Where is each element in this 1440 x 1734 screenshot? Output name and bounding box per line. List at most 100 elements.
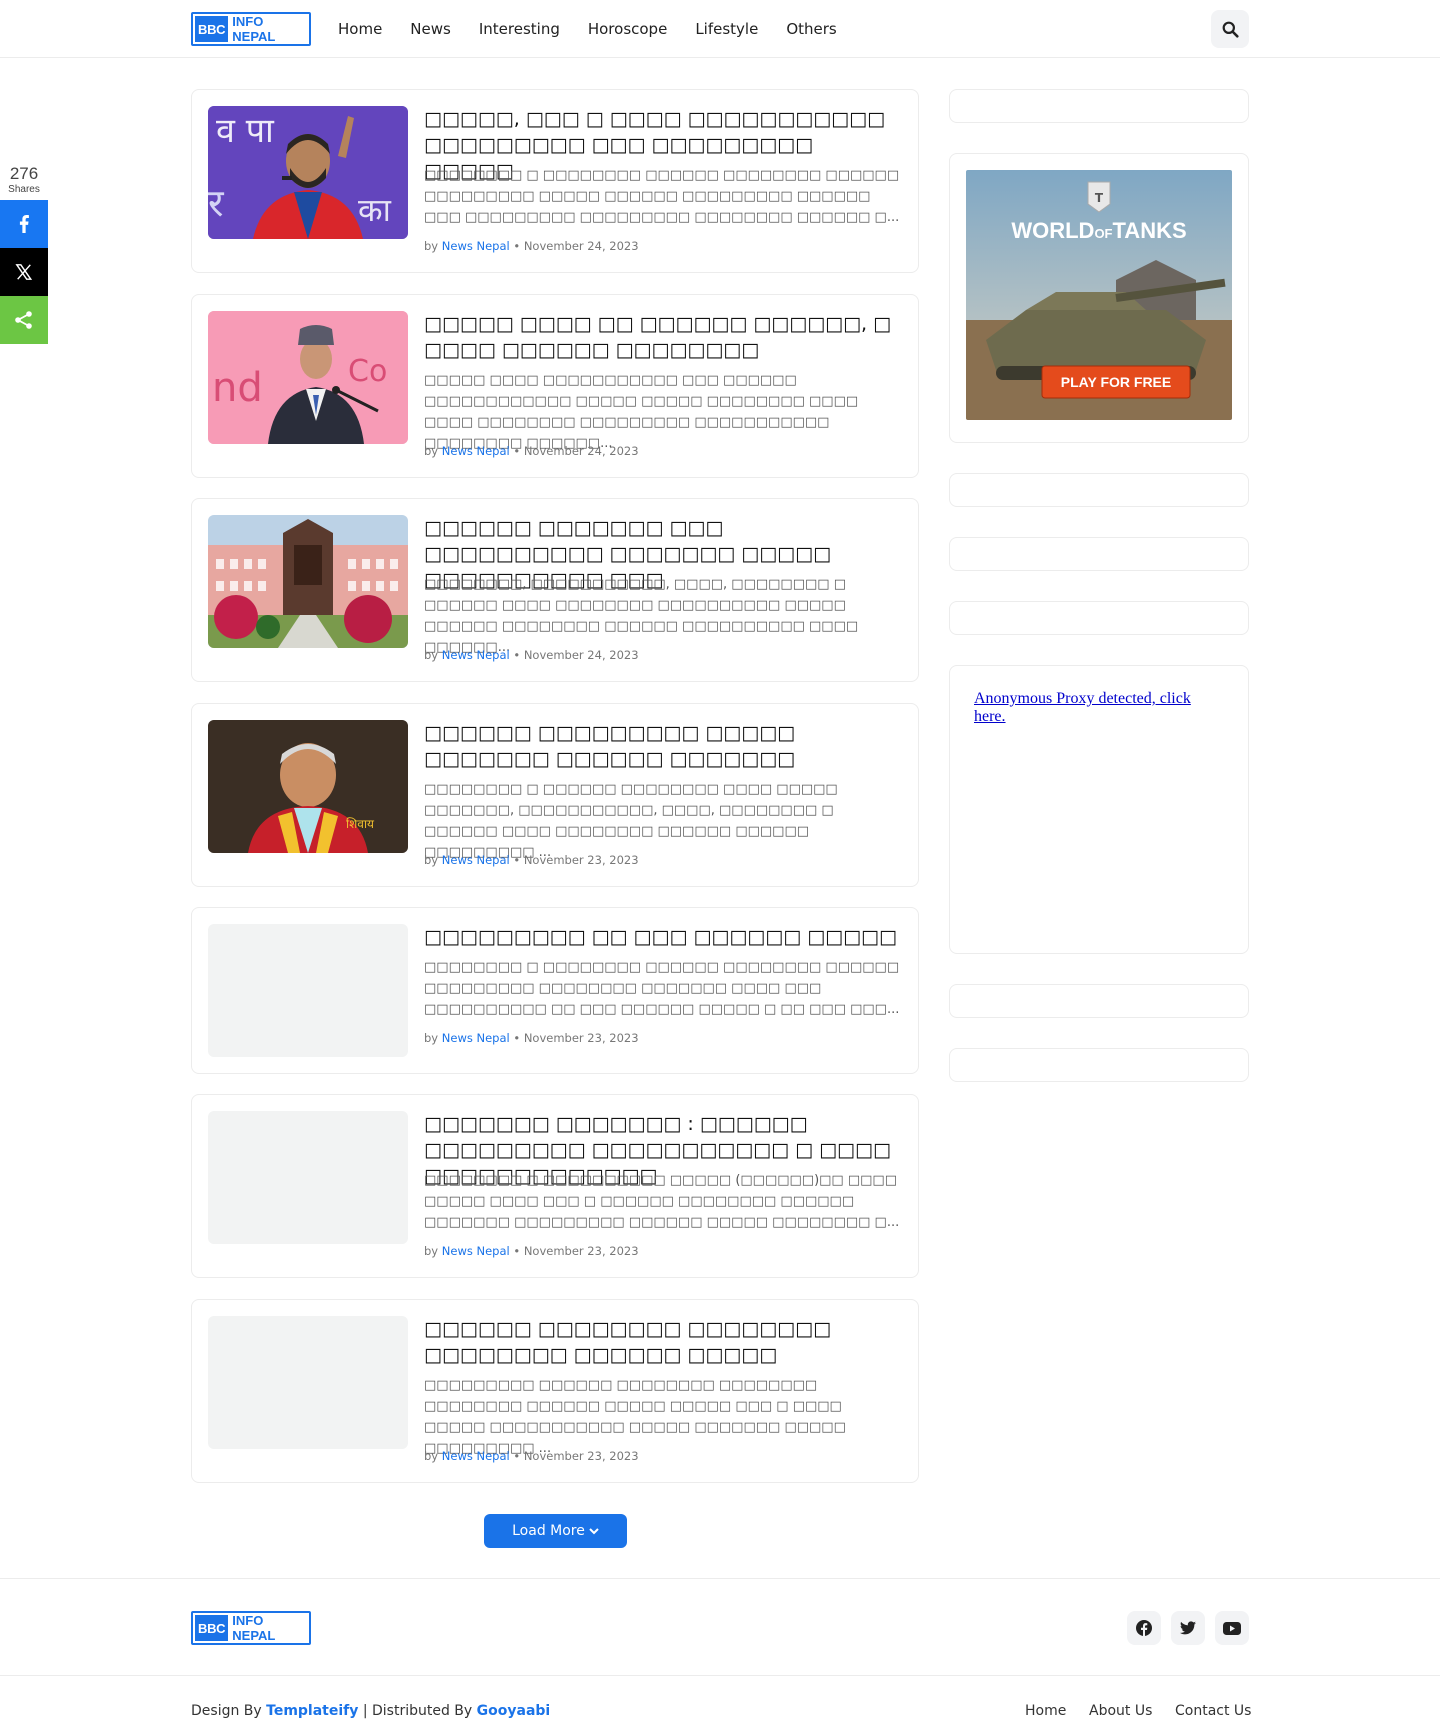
post-card: nd Co □□□□□ □□□□ □□ □□□□□□ □□□□□□, □ □□□… xyxy=(191,294,919,478)
post-thumbnail-placeholder[interactable] xyxy=(208,924,408,1057)
chevron-down-icon xyxy=(589,1528,599,1535)
nav-others[interactable]: Others xyxy=(786,20,836,38)
post-snippet: □□□□□□□□ □ □□□□□□□□ □□□□□□ □□□□□□□□ □□□□… xyxy=(424,960,900,1017)
x-icon xyxy=(15,264,33,280)
post-image xyxy=(208,515,408,648)
templateify-link[interactable]: Templateify xyxy=(266,1703,358,1719)
post-snippet: □□□□□□□□ □ □□□□□□□□ □□□□□□ □□□□□□□□ □□□□… xyxy=(424,168,900,225)
logo-text: INFO NEPAL xyxy=(232,14,276,44)
sidebar-widget-empty xyxy=(949,984,1249,1018)
post-meta: by News Nepal • November 24, 2023 xyxy=(424,648,639,662)
post-image: शिवाय xyxy=(208,720,408,853)
post-author[interactable]: News Nepal xyxy=(442,1449,510,1463)
ad-cta: PLAY FOR FREE xyxy=(1061,374,1171,390)
ad-banner[interactable]: T WORLDOFTANKS PLAY FOR FREE xyxy=(966,170,1232,420)
load-more-label: Load More xyxy=(512,1523,585,1539)
post-snippet: □□□□□□□□, □□□□□□□□□□□, □□□□, □□□□□□□□ □ … xyxy=(424,577,859,655)
post-author[interactable]: News Nepal xyxy=(442,1031,510,1045)
share-count: 276 Shares xyxy=(0,164,48,195)
footer-divider xyxy=(0,1675,1440,1676)
svg-text:nd: nd xyxy=(212,365,263,411)
post-author[interactable]: News Nepal xyxy=(442,648,510,662)
post-title[interactable]: □□□□□□ □□□□□□□□□ □□□□□ □□□□□□□ □□□□□□ □□… xyxy=(424,720,904,772)
footer-link-contact[interactable]: Contact Us xyxy=(1175,1703,1251,1719)
share-more-button[interactable] xyxy=(0,296,48,344)
footer-twitter-button[interactable] xyxy=(1171,1611,1205,1645)
search-icon xyxy=(1222,21,1239,38)
post-meta: by News Nepal • November 24, 2023 xyxy=(424,239,639,253)
sidebar-widget-empty xyxy=(949,89,1249,123)
post-author[interactable]: News Nepal xyxy=(442,853,510,867)
ad-brand-bottom: TANKS xyxy=(1113,218,1187,243)
post-card: शिवाय □□□□□□ □□□□□□□□□ □□□□□ □□□□□□□ □□□… xyxy=(191,703,919,887)
post-title[interactable]: □□□□□□ □□□□□□□□ □□□□□□□□ □□□□□□□□ □□□□□□… xyxy=(424,1316,904,1368)
svg-text:का: का xyxy=(358,191,392,229)
gooyaabi-link[interactable]: Gooyaabi xyxy=(477,1703,551,1719)
post-date: November 23, 2023 xyxy=(523,853,639,867)
sidebar-proxy-widget: Anonymous Proxy detected, click here. xyxy=(949,665,1249,954)
share-x-button[interactable] xyxy=(0,248,48,296)
nav-lifestyle[interactable]: Lifestyle xyxy=(695,20,758,38)
nav-home[interactable]: Home xyxy=(338,20,382,38)
post-date: November 23, 2023 xyxy=(523,1031,639,1045)
ad-brand-of: OF xyxy=(1094,226,1112,241)
svg-text:र: र xyxy=(208,181,225,225)
footer-link-home[interactable]: Home xyxy=(1025,1703,1066,1719)
site-footer: BBC INFO NEPAL Design By Templateify | D… xyxy=(0,1578,1440,1734)
post-date: November 23, 2023 xyxy=(523,1449,639,1463)
sidebar-widget-empty xyxy=(949,1048,1249,1082)
post-author[interactable]: News Nepal xyxy=(442,239,510,253)
post-meta: by News Nepal • November 23, 2023 xyxy=(424,1031,639,1045)
site-logo[interactable]: BBC INFO NEPAL xyxy=(191,12,311,46)
meta-separator: • xyxy=(513,1244,521,1258)
meta-by: by xyxy=(424,444,439,458)
post-title[interactable]: □□□□□□□□□ □□ □□□ □□□□□□ □□□□□ xyxy=(424,924,904,950)
footer-youtube-button[interactable] xyxy=(1215,1611,1249,1645)
post-card: □□□□□□ □□□□□□□□ □□□□□□□□ □□□□□□□□ □□□□□□… xyxy=(191,1299,919,1483)
meta-separator: • xyxy=(513,648,521,662)
post-image: व पा र का xyxy=(208,106,408,239)
meta-separator: • xyxy=(513,444,521,458)
share-count-label: Shares xyxy=(8,184,40,195)
post-author[interactable]: News Nepal xyxy=(442,444,510,458)
meta-separator: • xyxy=(513,239,521,253)
post-thumbnail[interactable]: nd Co xyxy=(208,311,408,444)
nav-news[interactable]: News xyxy=(410,20,451,38)
youtube-icon xyxy=(1223,1621,1241,1635)
post-thumbnail[interactable]: व पा र का xyxy=(208,106,408,239)
logo-bbc: BBC xyxy=(195,16,229,42)
meta-by: by xyxy=(424,1031,439,1045)
post-card: □□□□□□□□□ □□ □□□ □□□□□□ □□□□□ □□□□□□□□ □… xyxy=(191,907,919,1074)
main-nav: Home News Interesting Horoscope Lifestyl… xyxy=(338,0,865,58)
footer-link-about[interactable]: About Us xyxy=(1089,1703,1152,1719)
meta-by: by xyxy=(424,239,439,253)
post-thumbnail[interactable] xyxy=(208,515,408,648)
footer-facebook-button[interactable] xyxy=(1127,1611,1161,1645)
post-snippet: □□□□□□□□□ □□□□□□ □□□□□□□□ □□□□□□□□ □□□□□… xyxy=(424,1378,846,1456)
post-card: □□□□□□□ □□□□□□□ : □□□□□□ □□□□□□□□□ □□□□□… xyxy=(191,1094,919,1278)
load-more-button[interactable]: Load More xyxy=(484,1514,627,1548)
nav-horoscope[interactable]: Horoscope xyxy=(588,20,667,38)
svg-text:Co: Co xyxy=(348,354,387,389)
logo-text: INFO NEPAL xyxy=(232,1613,276,1643)
meta-by: by xyxy=(424,1244,439,1258)
post-thumbnail-placeholder[interactable] xyxy=(208,1111,408,1244)
search-button[interactable] xyxy=(1211,10,1249,48)
post-thumbnail-placeholder[interactable] xyxy=(208,1316,408,1449)
proxy-notice-link[interactable]: Anonymous Proxy detected, click here. xyxy=(974,690,1224,726)
post-date: November 24, 2023 xyxy=(523,239,639,253)
nav-interesting[interactable]: Interesting xyxy=(479,20,560,38)
post-author[interactable]: News Nepal xyxy=(442,1244,510,1258)
share-facebook-button[interactable] xyxy=(0,200,48,248)
meta-separator: • xyxy=(513,853,521,867)
sidebar-ad-widget: T WORLDOFTANKS PLAY FOR FREE xyxy=(949,153,1249,443)
post-title[interactable]: □□□□□ □□□□ □□ □□□□□□ □□□□□□, □ □□□□ □□□□… xyxy=(424,311,904,363)
meta-separator: • xyxy=(513,1031,521,1045)
meta-by: by xyxy=(424,853,439,867)
post-thumbnail[interactable]: शिवाय xyxy=(208,720,408,853)
post-meta: by News Nepal • November 24, 2023 xyxy=(424,444,639,458)
post-meta: by News Nepal • November 23, 2023 xyxy=(424,1244,639,1258)
footer-logo[interactable]: BBC INFO NEPAL xyxy=(191,1611,311,1645)
footer-credits: Design By Templateify | Distributed By G… xyxy=(191,1703,550,1719)
svg-text:T: T xyxy=(1095,191,1104,205)
